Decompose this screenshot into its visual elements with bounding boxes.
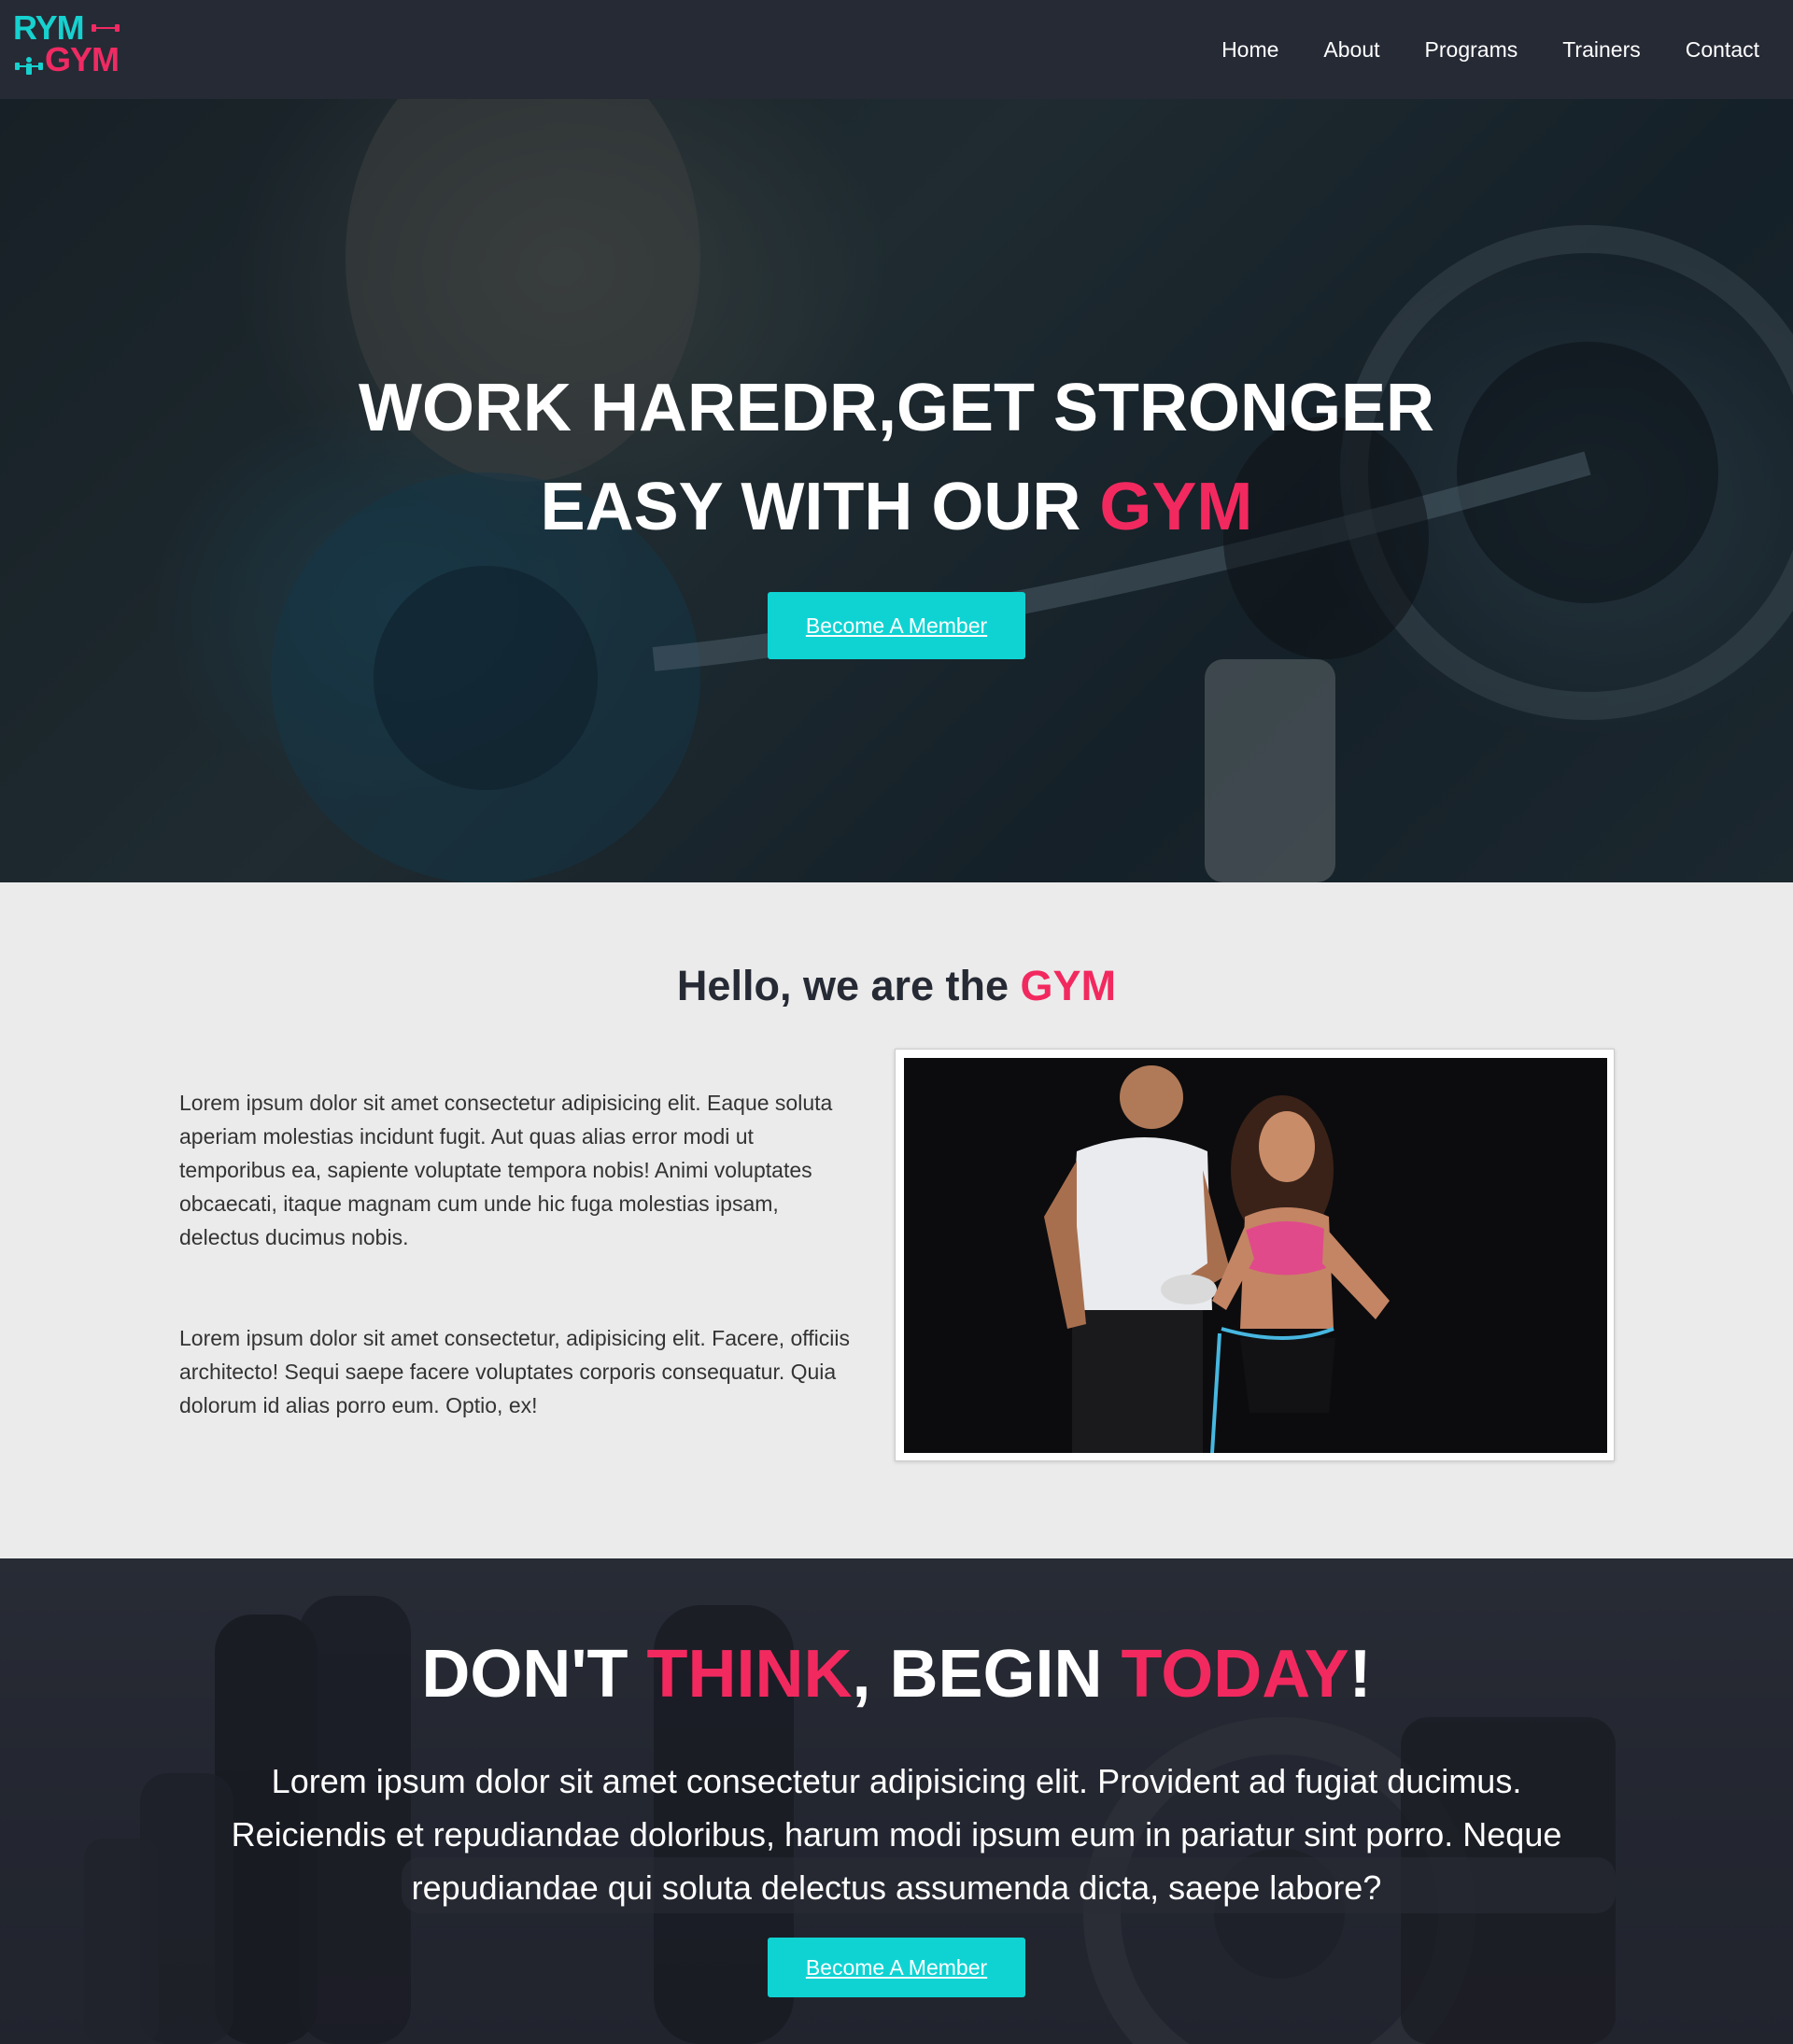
nav-link-home[interactable]: Home: [1221, 37, 1278, 63]
hero-section: WORK HAREDR,GET STRONGER EASY WITH OUR G…: [0, 99, 1793, 882]
cta-section: DON'T THINK, BEGIN TODAY! Lorem ipsum do…: [0, 1558, 1793, 2044]
about-image-frame: [895, 1049, 1615, 1461]
hero-title-accent: GYM: [1099, 470, 1253, 544]
become-member-button-hero[interactable]: Become A Member: [768, 592, 1025, 659]
top-navbar: RYM GYM Home About Programs Trainers Con…: [0, 0, 1793, 99]
hero-title-line2: EASY WITH OUR GYM: [0, 458, 1793, 557]
about-heading-accent: GYM: [1020, 962, 1117, 1009]
main-nav: Home About Programs Trainers Contact: [1221, 0, 1759, 99]
cta-title-part1: DON'T: [421, 1637, 647, 1712]
about-paragraph-1: Lorem ipsum dolor sit amet consectetur a…: [179, 1091, 833, 1249]
cta-title-accent-think: THINK: [646, 1637, 853, 1712]
trainer-client-photo: [904, 1058, 1607, 1453]
cta-title-accent-today: TODAY: [1121, 1637, 1349, 1712]
about-section: Hello, we are the GYM Lorem ipsum dolor …: [0, 882, 1793, 1558]
hero-title-line1: WORK HAREDR,GET STRONGER: [359, 371, 1434, 445]
hero-title-line2-text: EASY WITH OUR: [540, 470, 1100, 544]
cta-title-part2: , BEGIN: [852, 1637, 1122, 1712]
nav-link-programs[interactable]: Programs: [1425, 37, 1518, 63]
cta-title-part3: !: [1348, 1637, 1372, 1712]
brand-logo[interactable]: RYM GYM: [13, 9, 125, 82]
become-member-button-cta[interactable]: Become A Member: [768, 1938, 1025, 1997]
about-heading-text: Hello, we are the: [676, 962, 1021, 1009]
nav-link-about[interactable]: About: [1323, 37, 1379, 63]
about-paragraph-2: Lorem ipsum dolor sit amet consectetur, …: [179, 1326, 850, 1417]
cta-title: DON'T THINK, BEGIN TODAY!: [0, 1636, 1793, 1713]
about-heading: Hello, we are the GYM: [0, 962, 1793, 1010]
cta-text: Lorem ipsum dolor sit amet consectetur a…: [231, 1762, 1562, 1907]
dumbbell-icon: [92, 24, 120, 32]
weightlifter-icon: [15, 57, 43, 75]
nav-link-trainers[interactable]: Trainers: [1562, 37, 1641, 63]
nav-link-contact[interactable]: Contact: [1686, 37, 1759, 63]
logo-text-line2: GYM: [45, 40, 120, 78]
